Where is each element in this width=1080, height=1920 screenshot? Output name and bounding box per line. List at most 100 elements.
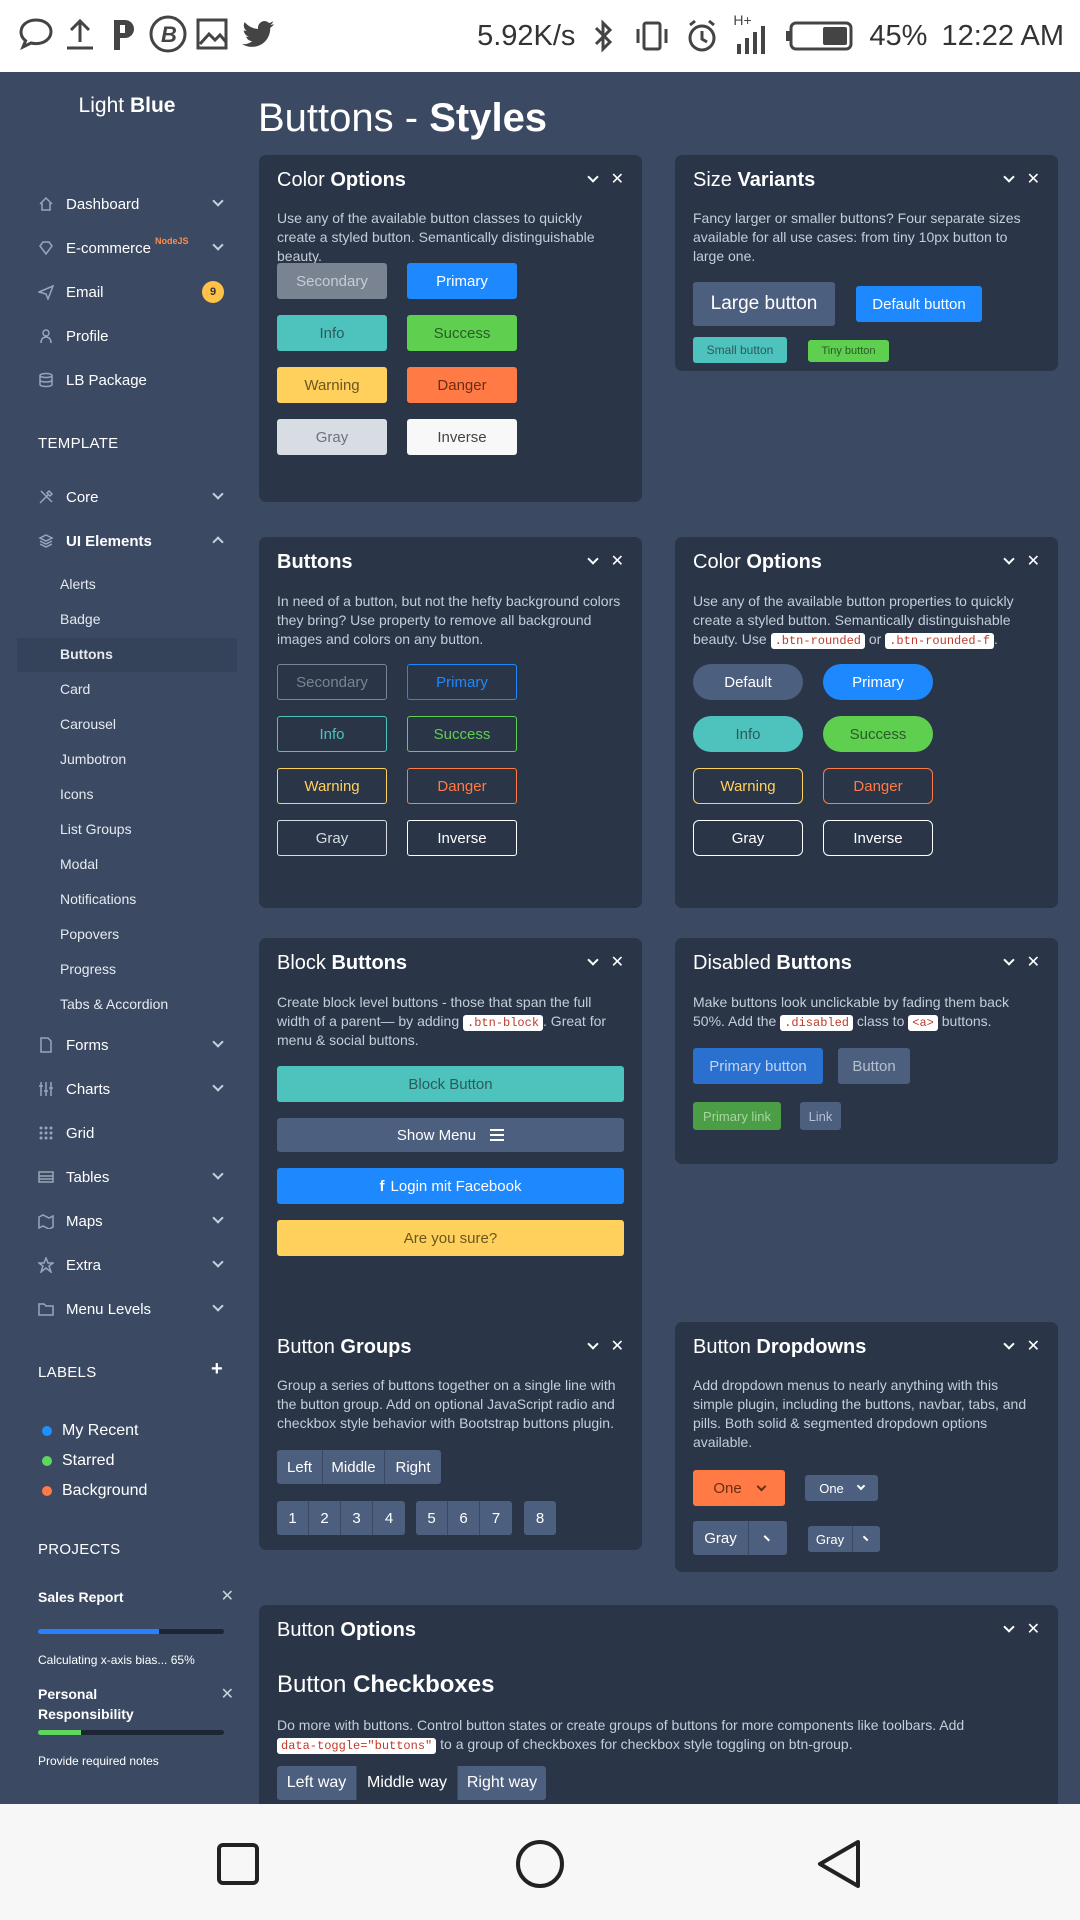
group-button-1[interactable]: 1 bbox=[277, 1501, 309, 1535]
one-small-dropdown-button[interactable]: One bbox=[805, 1475, 878, 1501]
sidebar-item-grid[interactable]: Grid bbox=[38, 1118, 234, 1148]
gray-small-dropdown-toggle[interactable] bbox=[853, 1526, 880, 1552]
sidebar-subitem-popovers[interactable]: Popovers bbox=[60, 926, 119, 942]
sidebar-item-lb-package[interactable]: LB Package bbox=[38, 365, 234, 395]
gray-button[interactable]: Gray bbox=[693, 1521, 749, 1555]
secondary-outline-button[interactable]: Secondary bbox=[277, 664, 387, 700]
close-icon[interactable]: ✕ bbox=[1027, 169, 1040, 189]
gray-button[interactable]: Gray bbox=[277, 419, 387, 455]
show-menu-button[interactable]: Show Menu bbox=[277, 1118, 624, 1152]
logo[interactable]: Light Blue bbox=[0, 94, 254, 118]
close-icon[interactable]: ✕ bbox=[1027, 551, 1040, 571]
sidebar-subitem-modal[interactable]: Modal bbox=[60, 856, 98, 872]
collapse-icon[interactable] bbox=[1002, 1621, 1015, 1633]
close-icon[interactable]: ✕ bbox=[221, 1586, 234, 1606]
sidebar-item-charts[interactable]: Charts bbox=[38, 1074, 234, 1104]
one-dropdown-button[interactable]: One bbox=[693, 1470, 785, 1506]
primary-rounded-button[interactable]: Primary bbox=[823, 664, 933, 700]
collapse-icon[interactable] bbox=[586, 553, 599, 565]
group-button-5[interactable]: 5 bbox=[416, 1501, 448, 1535]
group-button-2[interactable]: 2 bbox=[309, 1501, 341, 1535]
collapse-icon[interactable] bbox=[1002, 954, 1015, 966]
danger-rounded-button[interactable]: Danger bbox=[823, 768, 933, 804]
inverse-button[interactable]: Inverse bbox=[407, 419, 517, 455]
collapse-icon[interactable] bbox=[1002, 553, 1015, 565]
sidebar-item-dashboard[interactable]: Dashboard bbox=[38, 189, 234, 219]
group-button-4[interactable]: 4 bbox=[373, 1501, 405, 1535]
sidebar-subitem-jumbotron[interactable]: Jumbotron bbox=[60, 751, 126, 767]
primary-outline-button[interactable]: Primary bbox=[407, 664, 517, 700]
sidebar-item-email[interactable]: Email 9 bbox=[38, 277, 234, 307]
inverse-rounded-button[interactable]: Inverse bbox=[823, 820, 933, 856]
sidebar-subitem-tabs-accordion[interactable]: Tabs & Accordion bbox=[60, 996, 168, 1012]
default-button[interactable]: Default button bbox=[856, 286, 982, 322]
are-you-sure-button[interactable]: Are you sure? bbox=[277, 1220, 624, 1256]
collapse-icon[interactable] bbox=[1002, 1338, 1015, 1350]
gray-dropdown-toggle[interactable] bbox=[749, 1521, 787, 1555]
group-button-3[interactable]: 3 bbox=[341, 1501, 373, 1535]
middle-way-button[interactable]: Middle way bbox=[357, 1766, 458, 1800]
close-icon[interactable]: ✕ bbox=[611, 551, 624, 571]
danger-button[interactable]: Danger bbox=[407, 367, 517, 403]
label-background[interactable]: Background bbox=[42, 1479, 147, 1503]
large-button[interactable]: Large button bbox=[693, 282, 835, 326]
gray-outline-button[interactable]: Gray bbox=[277, 820, 387, 856]
primary-button[interactable]: Primary bbox=[407, 263, 517, 299]
secondary-button[interactable]: Secondary bbox=[277, 263, 387, 299]
collapse-icon[interactable] bbox=[586, 954, 599, 966]
sidebar-subitem-list-groups[interactable]: List Groups bbox=[60, 821, 132, 837]
collapse-icon[interactable] bbox=[1002, 171, 1015, 183]
middle-button[interactable]: Middle bbox=[323, 1450, 385, 1484]
right-button[interactable]: Right bbox=[385, 1450, 441, 1484]
group-button-6[interactable]: 6 bbox=[448, 1501, 480, 1535]
success-outline-button[interactable]: Success bbox=[407, 716, 517, 752]
default-rounded-button[interactable]: Default bbox=[693, 664, 803, 700]
sidebar-item-tables[interactable]: Tables bbox=[38, 1162, 234, 1192]
label-starred[interactable]: Starred bbox=[42, 1449, 114, 1473]
left-button[interactable]: Left bbox=[277, 1450, 323, 1484]
collapse-icon[interactable] bbox=[586, 1338, 599, 1350]
close-icon[interactable]: ✕ bbox=[611, 169, 624, 189]
tiny-button[interactable]: Tiny button bbox=[808, 340, 889, 362]
close-icon[interactable]: ✕ bbox=[611, 952, 624, 972]
sidebar-item-maps[interactable]: Maps bbox=[38, 1206, 234, 1236]
add-label-icon[interactable]: + bbox=[211, 1358, 223, 1381]
danger-outline-button[interactable]: Danger bbox=[407, 768, 517, 804]
warning-rounded-button[interactable]: Warning bbox=[693, 768, 803, 804]
collapse-icon[interactable] bbox=[586, 171, 599, 183]
sidebar-subitem-progress[interactable]: Progress bbox=[60, 961, 116, 977]
close-icon[interactable]: ✕ bbox=[1027, 1619, 1040, 1639]
right-way-button[interactable]: Right way bbox=[458, 1766, 546, 1800]
sidebar-item-profile[interactable]: Profile bbox=[38, 321, 234, 351]
sidebar-subitem-notifications[interactable]: Notifications bbox=[60, 891, 136, 907]
inverse-outline-button[interactable]: Inverse bbox=[407, 820, 517, 856]
group-button-8[interactable]: 8 bbox=[524, 1501, 556, 1535]
sidebar-item-core[interactable]: Core bbox=[38, 482, 234, 512]
warning-button[interactable]: Warning bbox=[277, 367, 387, 403]
label-my-recent[interactable]: My Recent bbox=[42, 1419, 138, 1443]
close-icon[interactable]: ✕ bbox=[611, 1336, 624, 1356]
block-button[interactable]: Block Button bbox=[277, 1066, 624, 1102]
sidebar-subitem-badge[interactable]: Badge bbox=[60, 611, 100, 627]
sidebar-subitem-alerts[interactable]: Alerts bbox=[60, 576, 96, 592]
sidebar-subitem-buttons[interactable]: Buttons bbox=[60, 646, 113, 662]
success-button[interactable]: Success bbox=[407, 315, 517, 351]
sidebar-subitem-icons[interactable]: Icons bbox=[60, 786, 93, 802]
close-icon[interactable]: ✕ bbox=[1027, 1336, 1040, 1356]
gray-small-button[interactable]: Gray bbox=[808, 1526, 853, 1552]
small-button[interactable]: Small button bbox=[693, 337, 787, 363]
sidebar-subitem-carousel[interactable]: Carousel bbox=[60, 716, 116, 732]
sidebar-item-forms[interactable]: Forms bbox=[38, 1030, 234, 1060]
info-outline-button[interactable]: Info bbox=[277, 716, 387, 752]
sidebar-item-extra[interactable]: Extra bbox=[38, 1250, 234, 1280]
sidebar-item-ecommerce[interactable]: E-commerce NodeJS bbox=[38, 233, 234, 263]
warning-outline-button[interactable]: Warning bbox=[277, 768, 387, 804]
back-triangle-icon[interactable] bbox=[814, 1838, 864, 1890]
home-circle-icon[interactable] bbox=[514, 1838, 566, 1890]
group-button-7[interactable]: 7 bbox=[480, 1501, 512, 1535]
recents-square-icon[interactable] bbox=[216, 1842, 260, 1886]
success-rounded-button[interactable]: Success bbox=[823, 716, 933, 752]
gray-rounded-button[interactable]: Gray bbox=[693, 820, 803, 856]
left-way-button[interactable]: Left way bbox=[277, 1766, 357, 1800]
facebook-login-button[interactable]: f Login mit Facebook bbox=[277, 1168, 624, 1204]
